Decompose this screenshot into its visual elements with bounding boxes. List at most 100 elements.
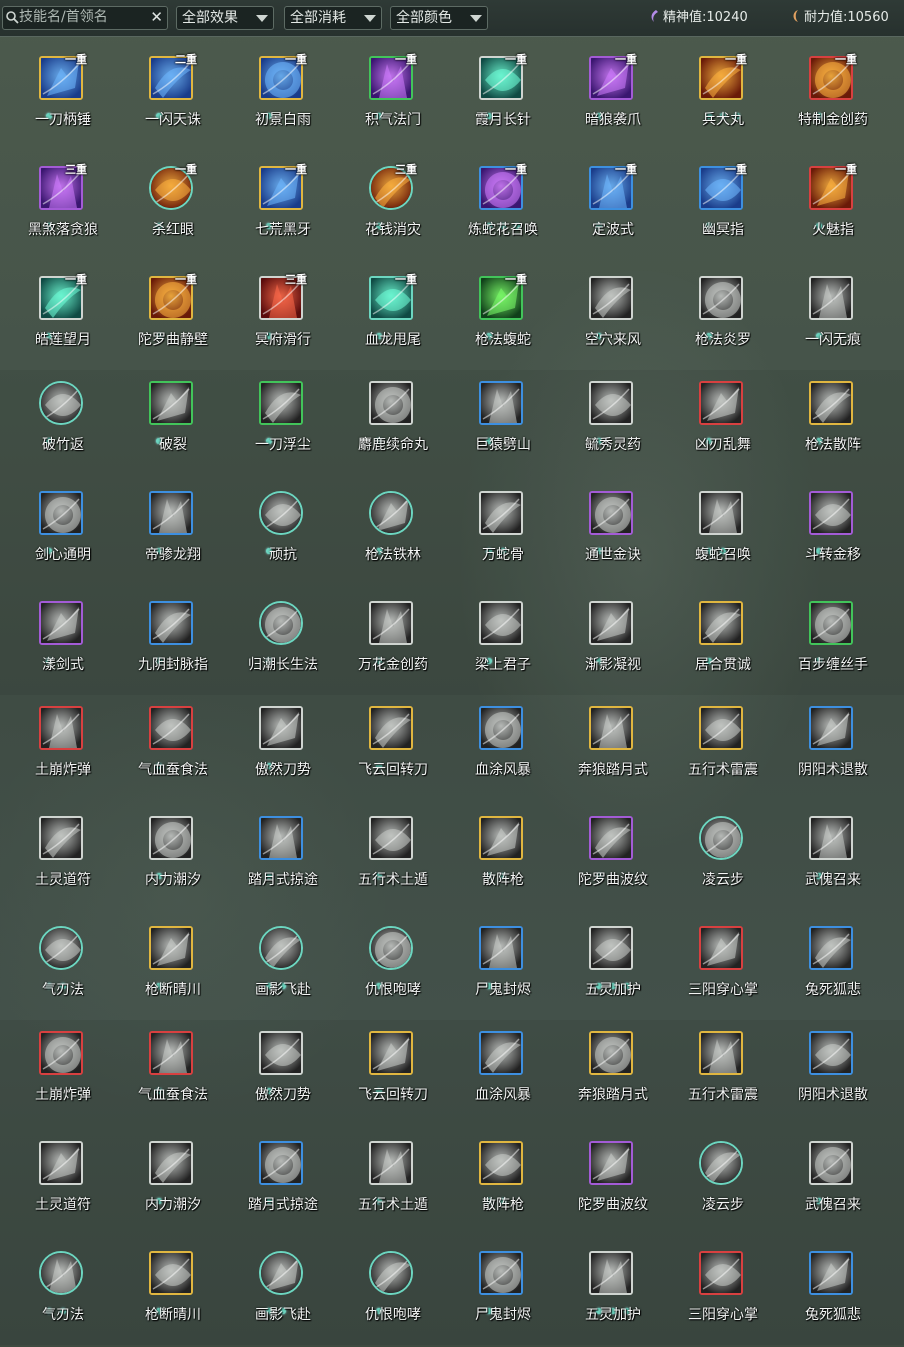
skill-cell[interactable]: 一重 火魅指 (778, 162, 888, 262)
skill-cell[interactable]: 一刀浮尘 (228, 377, 338, 477)
skill-cell[interactable]: 一重 特制金创药 (778, 52, 888, 152)
skill-cell[interactable]: 万花金创药 (338, 597, 448, 697)
skill-icon-frame[interactable] (149, 1031, 193, 1075)
skill-icon-frame[interactable] (369, 491, 413, 535)
skill-icon-frame[interactable] (589, 381, 633, 425)
skill-icon-frame[interactable] (809, 381, 853, 425)
skill-cell[interactable]: 三阳穿心掌 (668, 922, 778, 1022)
skill-cell[interactable]: 枪法炎罗 (668, 272, 778, 372)
skill-cell[interactable]: 一重 兵犬丸 (668, 52, 778, 152)
skill-cell[interactable]: 仇恨咆哮 (338, 922, 448, 1022)
skill-cell[interactable]: 归潮长生法 (228, 597, 338, 697)
color-filter-dropdown[interactable]: 全部颜色 (390, 6, 488, 30)
skill-icon-frame[interactable] (39, 601, 83, 645)
skill-icon-frame[interactable] (479, 1251, 523, 1295)
skill-icon-frame[interactable] (149, 601, 193, 645)
skill-cell[interactable]: 通世金诀 (558, 487, 668, 587)
skill-icon-frame[interactable] (149, 381, 193, 425)
skill-cell[interactable]: 五行术雷震 (668, 702, 778, 802)
skill-cell[interactable]: 飞云回转刀 (338, 702, 448, 802)
skill-icon-frame[interactable] (149, 816, 193, 860)
skill-cell[interactable]: 凶刃乱舞 (668, 377, 778, 477)
skill-icon-frame[interactable] (39, 926, 83, 970)
skill-cell[interactable]: 阴阳术退散 (778, 702, 888, 802)
skill-cell[interactable]: 画影飞赴 (228, 1247, 338, 1347)
skill-cell[interactable]: 三重 黑煞落贪狼 (8, 162, 118, 262)
skill-cell[interactable]: 踏月式掠途 (228, 1137, 338, 1237)
skill-cell[interactable]: 阴阳术退散 (778, 1027, 888, 1127)
skill-icon-frame[interactable] (39, 816, 83, 860)
skill-icon-frame[interactable] (699, 1031, 743, 1075)
skill-cell[interactable]: 一重 血龙甩尾 (338, 272, 448, 372)
skill-cell[interactable]: 破裂 (118, 377, 228, 477)
skill-icon-frame[interactable] (479, 926, 523, 970)
skill-cell[interactable]: 一重 杀红眼 (118, 162, 228, 262)
skill-icon-frame[interactable] (259, 1141, 303, 1185)
skill-cell[interactable]: 画影飞赴 (228, 922, 338, 1022)
skill-cell[interactable]: 仇恨咆哮 (338, 1247, 448, 1347)
close-icon[interactable]: ✕ (150, 8, 163, 26)
skill-icon-frame[interactable] (809, 706, 853, 750)
skill-cell[interactable]: 枪法散阵 (778, 377, 888, 477)
skill-icon-frame[interactable] (259, 491, 303, 535)
skill-cell[interactable]: 气刃法 (8, 1247, 118, 1347)
skill-icon-frame[interactable] (699, 816, 743, 860)
skill-icon-frame[interactable] (259, 1251, 303, 1295)
skill-cell[interactable]: 内力潮汐 (118, 1137, 228, 1237)
skill-cell[interactable]: 散阵枪 (448, 1137, 558, 1237)
skill-cell[interactable]: 一重 积气法门 (338, 52, 448, 152)
skill-icon-frame[interactable] (699, 1141, 743, 1185)
skill-cell[interactable]: 毓秀灵药 (558, 377, 668, 477)
skill-cell[interactable]: 破竹返 (8, 377, 118, 477)
skill-cell[interactable]: 一重 七荒黑牙 (228, 162, 338, 262)
skill-cell[interactable]: 一重 幽冥指 (668, 162, 778, 262)
skill-cell[interactable]: 傲然刀势 (228, 702, 338, 802)
skill-cell[interactable]: 一重 霞月长针 (448, 52, 558, 152)
skill-cell[interactable]: 凌云步 (668, 1137, 778, 1237)
skill-icon-frame[interactable] (39, 1031, 83, 1075)
skill-cell[interactable]: 尸鬼封烬 (448, 922, 558, 1022)
skill-cell[interactable]: 枪断晴川 (118, 922, 228, 1022)
skill-cell[interactable]: 陀罗曲波纹 (558, 1137, 668, 1237)
skill-cell[interactable]: 气血蚕食法 (118, 1027, 228, 1127)
skill-icon-frame[interactable] (589, 1251, 633, 1295)
skill-cell[interactable]: 傲然刀势 (228, 1027, 338, 1127)
skill-cell[interactable]: 土崩炸弹 (8, 1027, 118, 1127)
search-box[interactable]: ✕ (2, 6, 168, 30)
skill-cell[interactable]: 九阴封脉指 (118, 597, 228, 697)
skill-icon-frame[interactable] (369, 601, 413, 645)
skill-cell[interactable]: 万蛇骨 (448, 487, 558, 587)
skill-cell[interactable]: 内力潮汐 (118, 812, 228, 912)
skill-cell[interactable]: 漾剑式 (8, 597, 118, 697)
skill-cell[interactable]: 土灵道符 (8, 1137, 118, 1237)
skill-cell[interactable]: 五灵加护 (558, 1247, 668, 1347)
skill-cell[interactable]: 枪断晴川 (118, 1247, 228, 1347)
skill-icon-frame[interactable] (479, 706, 523, 750)
skill-icon-frame[interactable] (149, 1141, 193, 1185)
skill-cell[interactable]: 梁上君子 (448, 597, 558, 697)
skill-cell[interactable]: 蝮蛇召唤 (668, 487, 778, 587)
skill-icon-frame[interactable] (149, 706, 193, 750)
skill-icon-frame[interactable] (259, 706, 303, 750)
skill-icon-frame[interactable] (809, 926, 853, 970)
skill-cell[interactable]: 三重 花钱消灾 (338, 162, 448, 262)
skill-cell[interactable]: 空穴来风 (558, 272, 668, 372)
skill-cell[interactable]: 一重 暗狼袭爪 (558, 52, 668, 152)
skill-icon-frame[interactable] (809, 601, 853, 645)
skill-icon-frame[interactable] (809, 491, 853, 535)
skill-cell[interactable]: 凌云步 (668, 812, 778, 912)
skill-icon-frame[interactable] (479, 816, 523, 860)
skill-cell[interactable]: 渐影凝视 (558, 597, 668, 697)
skill-icon-frame[interactable] (259, 816, 303, 860)
skill-cell[interactable]: 巨猿劈山 (448, 377, 558, 477)
skill-icon-frame[interactable] (479, 1031, 523, 1075)
skill-icon-frame[interactable] (589, 1141, 633, 1185)
skill-icon-frame[interactable] (259, 381, 303, 425)
skill-icon-frame[interactable] (589, 816, 633, 860)
skill-icon-frame[interactable] (589, 601, 633, 645)
skill-cell[interactable]: 三重 冥府滑行 (228, 272, 338, 372)
skill-icon-frame[interactable] (259, 1031, 303, 1075)
skill-icon-frame[interactable] (809, 1141, 853, 1185)
skill-icon-frame[interactable] (369, 1251, 413, 1295)
skill-cell[interactable]: 血涂风暴 (448, 702, 558, 802)
